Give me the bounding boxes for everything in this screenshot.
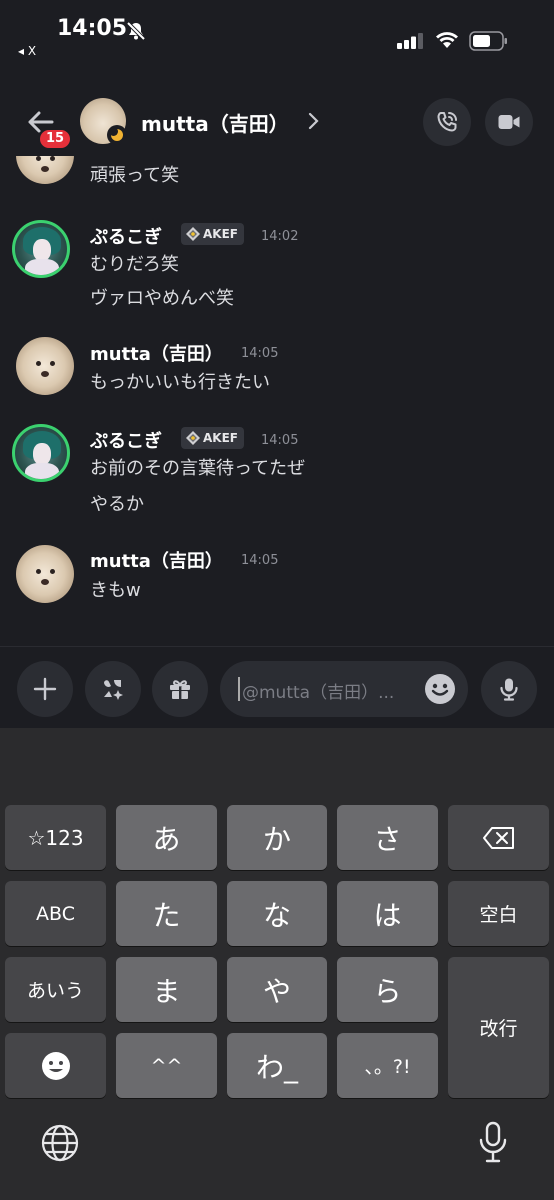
plus-icon [33, 677, 57, 701]
message-text: 頑張って笑 [90, 165, 180, 186]
back-to-app-link[interactable]: ◂ X [18, 44, 36, 58]
japanese-keyboard: ☆123 あ か さ ABC た な は 空白 あいう ま や ら 改行 ^^ … [0, 728, 554, 1200]
video-camera-icon [498, 115, 520, 129]
backspace-icon [482, 826, 514, 849]
text-caret [238, 677, 240, 701]
role-tag-label: AKEF [203, 431, 238, 445]
phone-icon [437, 112, 457, 132]
message-author[interactable]: mutta（吉田） [90, 547, 223, 573]
unread-badge: 15 [38, 128, 72, 150]
message-text: きもw [90, 580, 141, 601]
voice-call-button[interactable] [423, 98, 471, 146]
role-tag-label: AKEF [203, 227, 238, 241]
idle-status-icon [107, 125, 127, 145]
key-emoji[interactable] [5, 1033, 106, 1098]
attach-button[interactable] [17, 661, 73, 717]
key-ha[interactable]: は [337, 881, 438, 946]
message-author[interactable]: ぷるこぎ [90, 427, 162, 453]
apps-button[interactable] [85, 661, 141, 717]
role-tag[interactable]: AKEF [181, 223, 244, 245]
key-ra[interactable]: ら [337, 957, 438, 1022]
avatar[interactable] [16, 337, 74, 395]
avatar[interactable] [16, 156, 74, 184]
key-kana[interactable]: あいう [5, 957, 106, 1022]
globe-icon[interactable] [40, 1123, 80, 1163]
message-timestamp: 14:05 [241, 346, 279, 361]
apps-icon [104, 680, 123, 700]
signal-icon [397, 33, 423, 49]
key-ta[interactable]: た [116, 881, 217, 946]
contact-name[interactable]: mutta（吉田） [141, 108, 289, 137]
key-ya[interactable]: や [227, 957, 327, 1022]
battery-icon [469, 31, 507, 51]
key-space[interactable]: 空白 [448, 881, 549, 946]
message-text: もっかいいも行きたい [90, 372, 270, 393]
message-author[interactable]: mutta（吉田） [90, 340, 223, 366]
key-numbers[interactable]: ☆123 [5, 805, 106, 870]
message-timestamp: 14:02 [261, 229, 299, 244]
avatar[interactable] [12, 424, 70, 482]
diamond-icon [186, 431, 200, 445]
emoji-icon[interactable] [424, 673, 456, 705]
key-dakuten[interactable]: ^^ [116, 1033, 217, 1098]
avatar[interactable] [12, 220, 70, 278]
key-abc[interactable]: ABC [5, 881, 106, 946]
diamond-icon [186, 227, 200, 241]
message-timestamp: 14:05 [241, 553, 279, 568]
voice-message-button[interactable] [481, 661, 537, 717]
message-text: お前のその言葉待ってたぜ [90, 458, 306, 479]
message-text: ヴァロやめんべ笑 [90, 288, 234, 309]
avatar[interactable] [16, 545, 74, 603]
key-return[interactable]: 改行 [448, 957, 549, 1098]
gift-button[interactable] [152, 661, 208, 717]
key-a[interactable]: あ [116, 805, 217, 870]
message-input-placeholder: @mutta（吉田）... [242, 683, 395, 703]
message-list[interactable]: 頑張って笑 ぷるこぎ AKEF 14:02 むりだろ笑 ヴァロやめんべ笑 mut… [0, 156, 554, 646]
message-composer: @mutta（吉田）... [0, 646, 554, 728]
microphone-icon[interactable] [478, 1121, 508, 1165]
key-ma[interactable]: ま [116, 957, 217, 1022]
emoji-icon [41, 1051, 70, 1080]
key-na[interactable]: な [227, 881, 327, 946]
key-sa[interactable]: さ [337, 805, 438, 870]
gift-icon [170, 680, 190, 699]
bell-slash-icon [126, 21, 146, 41]
channel-header: 15 mutta（吉田） [0, 88, 554, 156]
microphone-icon [500, 678, 518, 701]
clock: 14:05 [57, 16, 128, 41]
message-timestamp: 14:05 [261, 433, 299, 448]
key-wa[interactable]: わ_ [227, 1033, 327, 1098]
message-text: やるか [90, 494, 144, 515]
message-text: むりだろ笑 [90, 254, 179, 275]
status-bar: 14:05 ◂ X [0, 0, 554, 70]
wifi-icon [436, 32, 458, 48]
key-ka[interactable]: か [227, 805, 327, 870]
message-author[interactable]: ぷるこぎ [90, 223, 162, 249]
role-tag[interactable]: AKEF [181, 427, 244, 449]
key-backspace[interactable] [448, 805, 549, 870]
chevron-right-icon[interactable] [306, 110, 322, 132]
video-call-button[interactable] [485, 98, 533, 146]
key-punctuation[interactable]: 、。?! [337, 1033, 438, 1098]
message-input[interactable]: @mutta（吉田）... [220, 661, 468, 717]
